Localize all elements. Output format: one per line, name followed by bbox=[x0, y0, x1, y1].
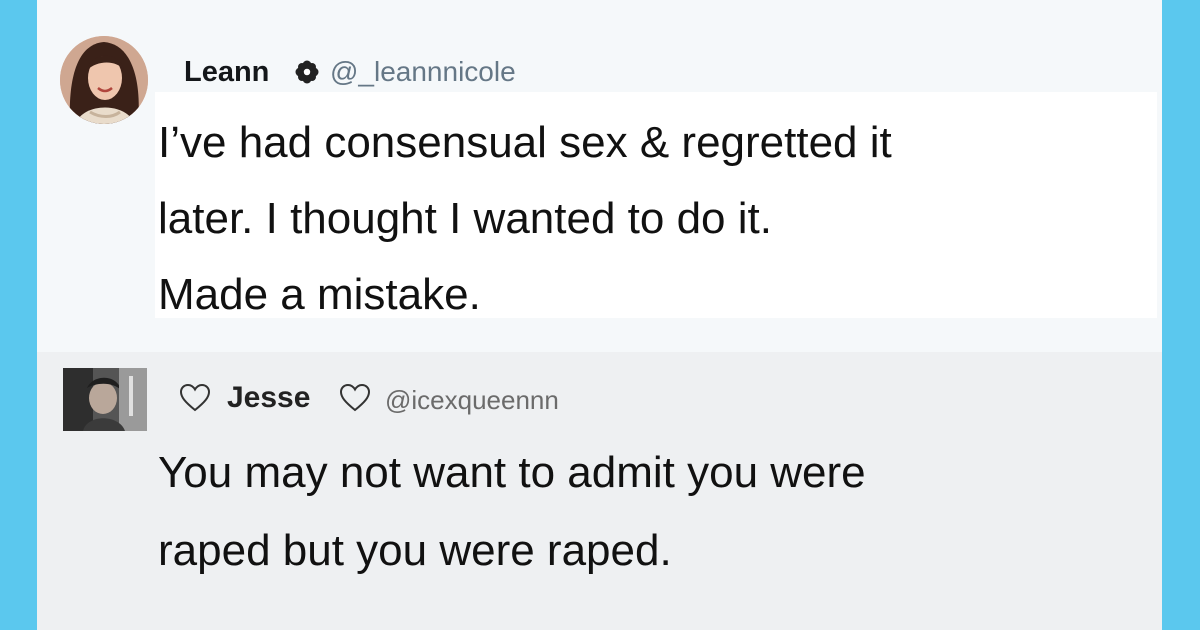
avatar-photo bbox=[60, 36, 148, 124]
author-name[interactable]: Jesse bbox=[227, 380, 310, 416]
heart-outline-icon bbox=[339, 383, 371, 412]
original-tweet: Leann @_leannnicole I’ve had consensual … bbox=[37, 0, 1162, 352]
reply-tweet: Jesse @icexqueennn You may not want to a… bbox=[37, 352, 1162, 630]
author-handle[interactable]: @_leannnicole bbox=[330, 54, 516, 90]
avatar-photo bbox=[63, 368, 147, 431]
avatar[interactable] bbox=[63, 368, 147, 431]
flower-badge-icon bbox=[295, 60, 319, 84]
tweet-screenshot-frame: Leann @_leannnicole I’ve had consensual … bbox=[37, 0, 1162, 630]
tweet-text: You may not want to admit you were raped… bbox=[158, 448, 866, 575]
tweet-text: I’ve had consensual sex & regretted it l… bbox=[158, 118, 892, 319]
author-handle[interactable]: @icexqueennn bbox=[385, 382, 559, 418]
heart-outline-icon bbox=[179, 383, 211, 412]
author-name[interactable]: Leann bbox=[184, 54, 269, 90]
avatar[interactable] bbox=[60, 36, 148, 124]
